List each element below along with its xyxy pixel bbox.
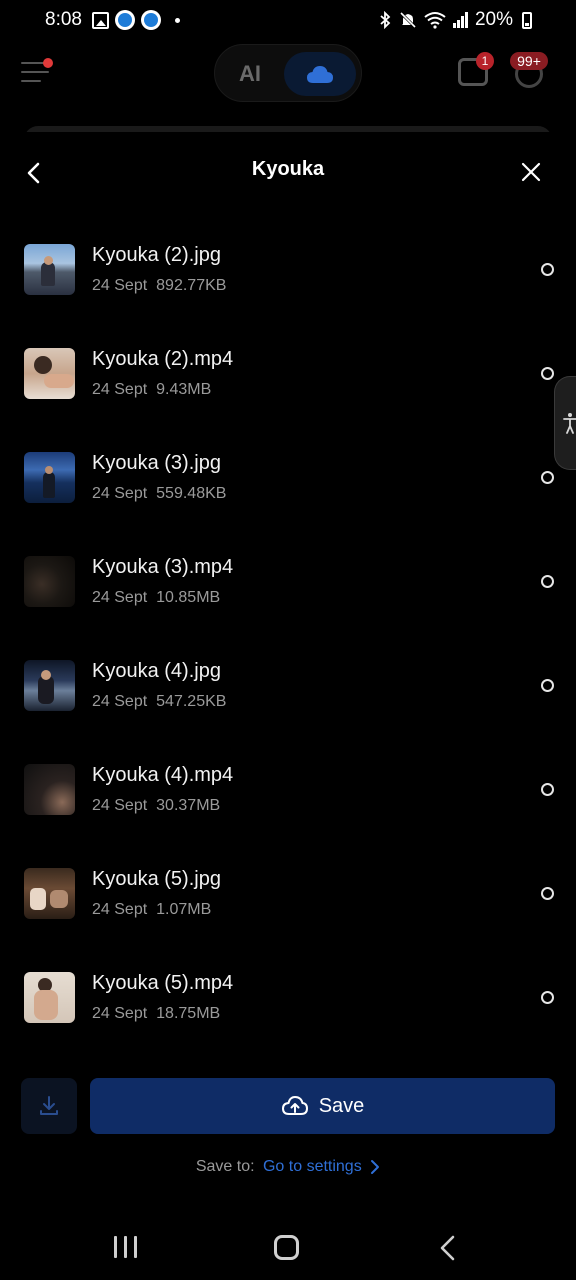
- select-radio[interactable]: [541, 991, 554, 1004]
- file-row[interactable]: Kyouka (3).mp4 24 Sept 10.85MB: [0, 544, 576, 648]
- file-name: Kyouka (2).mp4: [92, 348, 234, 370]
- select-radio[interactable]: [541, 575, 554, 588]
- download-icon: [40, 1096, 58, 1115]
- file-row[interactable]: Kyouka (4).mp4 24 Sept 30.37MB: [0, 752, 576, 856]
- app-icon: [141, 10, 161, 30]
- accessibility-icon: [562, 413, 576, 434]
- close-icon[interactable]: [518, 159, 544, 185]
- cloud-upload-icon: [281, 1095, 308, 1115]
- bluetooth-icon: [380, 11, 391, 29]
- mode-cloud-button[interactable]: [284, 52, 356, 96]
- file-meta: 24 Sept 10.85MB: [92, 589, 220, 607]
- status-bar: 8:08 20%: [0, 0, 576, 42]
- status-time: 8:08: [45, 9, 82, 30]
- mute-icon: [399, 11, 417, 29]
- save-button[interactable]: Save: [90, 1078, 555, 1134]
- file-meta: 24 Sept 1.07MB: [92, 901, 211, 919]
- status-left-icons: [92, 10, 180, 30]
- file-size: 30.37MB: [156, 797, 221, 814]
- save-to-row: Save to: Go to settings: [0, 1158, 576, 1176]
- mode-toggle[interactable]: AI: [214, 44, 362, 102]
- download-button[interactable]: [21, 1078, 77, 1134]
- file-thumbnail: [24, 348, 75, 399]
- file-name: Kyouka (4).mp4: [92, 764, 234, 786]
- file-thumbnail: [24, 764, 75, 815]
- menu-alert-dot: [43, 58, 53, 68]
- nav-bar: [0, 1212, 576, 1280]
- home-icon[interactable]: [274, 1235, 299, 1260]
- file-size: 9.43MB: [156, 381, 212, 398]
- file-date: 24 Sept: [92, 901, 148, 918]
- file-size: 547.25KB: [156, 693, 227, 710]
- select-radio[interactable]: [541, 679, 554, 692]
- file-row[interactable]: Kyouka (2).jpg 24 Sept 892.77KB: [0, 232, 576, 336]
- file-thumbnail: [24, 244, 75, 295]
- save-label: Save: [318, 1094, 365, 1117]
- file-thumbnail: [24, 556, 75, 607]
- file-thumbnail: [24, 868, 75, 919]
- sheet-title: Kyouka: [251, 158, 325, 180]
- go-to-settings-link[interactable]: Go to settings: [263, 1158, 362, 1175]
- file-name: Kyouka (5).mp4: [92, 972, 234, 994]
- select-radio[interactable]: [541, 783, 554, 796]
- file-meta: 24 Sept 18.75MB: [92, 1005, 220, 1023]
- select-radio[interactable]: [541, 471, 554, 484]
- save-to-label: Save to:: [195, 1158, 255, 1175]
- battery-percent: 20%: [474, 9, 513, 30]
- file-size: 559.48KB: [156, 485, 227, 502]
- app-icon: [115, 10, 135, 30]
- file-date: 24 Sept: [92, 485, 148, 502]
- file-thumbnail: [24, 660, 75, 711]
- select-radio[interactable]: [541, 367, 554, 380]
- accessibility-tab[interactable]: [554, 376, 576, 470]
- file-row[interactable]: Kyouka (4).jpg 24 Sept 547.25KB: [0, 648, 576, 752]
- file-thumbnail: [24, 972, 75, 1023]
- file-meta: 24 Sept 892.77KB: [92, 277, 226, 295]
- notification-dot-icon: [175, 17, 180, 23]
- file-name: Kyouka (3).jpg: [92, 452, 221, 474]
- file-size: 10.85MB: [156, 589, 221, 606]
- file-name: Kyouka (5).jpg: [92, 868, 221, 890]
- file-name: Kyouka (2).jpg: [92, 244, 221, 266]
- cloud-icon: [307, 66, 333, 83]
- file-size: 892.77KB: [156, 277, 227, 294]
- file-thumbnail: [24, 452, 75, 503]
- file-meta: 24 Sept 547.25KB: [92, 693, 226, 711]
- file-date: 24 Sept: [92, 381, 148, 398]
- file-name: Kyouka (3).mp4: [92, 556, 234, 578]
- select-radio[interactable]: [541, 887, 554, 900]
- file-date: 24 Sept: [92, 693, 148, 710]
- file-size: 1.07MB: [156, 901, 212, 918]
- mode-ai-button[interactable]: AI: [239, 61, 261, 87]
- file-row[interactable]: Kyouka (5).jpg 24 Sept 1.07MB: [0, 856, 576, 960]
- file-date: 24 Sept: [92, 277, 148, 294]
- file-row[interactable]: Kyouka (5).mp4 24 Sept 18.75MB: [0, 960, 576, 1064]
- status-right-icons: 20%: [378, 9, 532, 31]
- file-meta: 24 Sept 30.37MB: [92, 797, 220, 815]
- battery-icon: [522, 11, 532, 29]
- nav-back-icon[interactable]: [437, 1234, 459, 1262]
- messages-badge: 1: [476, 52, 494, 70]
- notifications-badge: 99+: [510, 52, 548, 70]
- file-date: 24 Sept: [92, 589, 148, 606]
- file-size: 18.75MB: [156, 1005, 221, 1022]
- file-row[interactable]: Kyouka (2).mp4 24 Sept 9.43MB: [0, 336, 576, 440]
- menu-icon[interactable]: [21, 58, 53, 84]
- file-row[interactable]: Kyouka (3).jpg 24 Sept 559.48KB: [0, 440, 576, 544]
- chevron-right-icon[interactable]: [370, 1159, 380, 1175]
- file-meta: 24 Sept 559.48KB: [92, 485, 226, 503]
- recents-icon[interactable]: [114, 1236, 138, 1258]
- file-date: 24 Sept: [92, 797, 148, 814]
- file-name: Kyouka (4).jpg: [92, 660, 221, 682]
- gallery-icon: [92, 11, 109, 29]
- file-meta: 24 Sept 9.43MB: [92, 381, 211, 399]
- signal-icon: [452, 12, 468, 28]
- wifi-icon: [424, 12, 446, 29]
- file-date: 24 Sept: [92, 1005, 148, 1022]
- select-radio[interactable]: [541, 263, 554, 276]
